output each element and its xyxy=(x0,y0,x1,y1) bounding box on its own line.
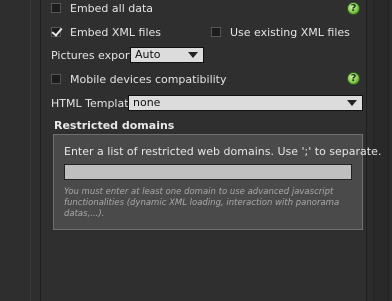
restricted-domains-hint: Enter a list of restricted web domains. … xyxy=(64,145,382,158)
restricted-domains-input[interactable] xyxy=(64,164,352,180)
help-icon[interactable]: ? xyxy=(347,72,360,85)
html-template-select[interactable]: none xyxy=(128,95,363,111)
use-existing-xml-row[interactable]: Use existing XML files xyxy=(211,24,350,40)
use-existing-xml-checkbox[interactable] xyxy=(211,27,221,37)
pictures-export-select[interactable]: Auto xyxy=(130,47,204,63)
chevron-down-icon xyxy=(347,100,357,106)
help-icon[interactable]: ? xyxy=(347,2,360,15)
embed-xml-files-checkbox[interactable] xyxy=(51,27,61,37)
restricted-domains-warning: You must enter at least one domain to us… xyxy=(64,187,340,219)
restricted-domains-title: Restricted domains xyxy=(54,119,175,132)
mobile-compat-label: Mobile devices compatibility xyxy=(70,72,227,86)
chevron-down-icon xyxy=(188,52,198,58)
html-template-row: HTML Template xyxy=(51,95,135,111)
pictures-export-value: Auto xyxy=(135,48,161,61)
mobile-compat-row[interactable]: Mobile devices compatibility xyxy=(51,71,227,87)
left-toolbar-strip xyxy=(0,0,41,301)
embed-all-data-row[interactable]: Embed all data xyxy=(51,0,153,16)
html-template-value: none xyxy=(133,96,161,109)
embed-xml-files-row[interactable]: Embed XML files xyxy=(51,24,161,40)
mobile-compat-checkbox[interactable] xyxy=(51,74,61,84)
embed-xml-files-label: Embed XML files xyxy=(70,25,162,39)
pictures-export-row: Pictures export xyxy=(51,47,134,63)
embed-all-data-label: Embed all data xyxy=(70,1,154,15)
html-template-label: HTML Template xyxy=(51,96,136,110)
restricted-domains-box: Enter a list of restricted web domains. … xyxy=(53,134,381,230)
use-existing-xml-label: Use existing XML files xyxy=(230,25,350,39)
embed-all-data-checkbox[interactable] xyxy=(51,3,61,13)
pictures-export-label: Pictures export xyxy=(51,48,134,62)
